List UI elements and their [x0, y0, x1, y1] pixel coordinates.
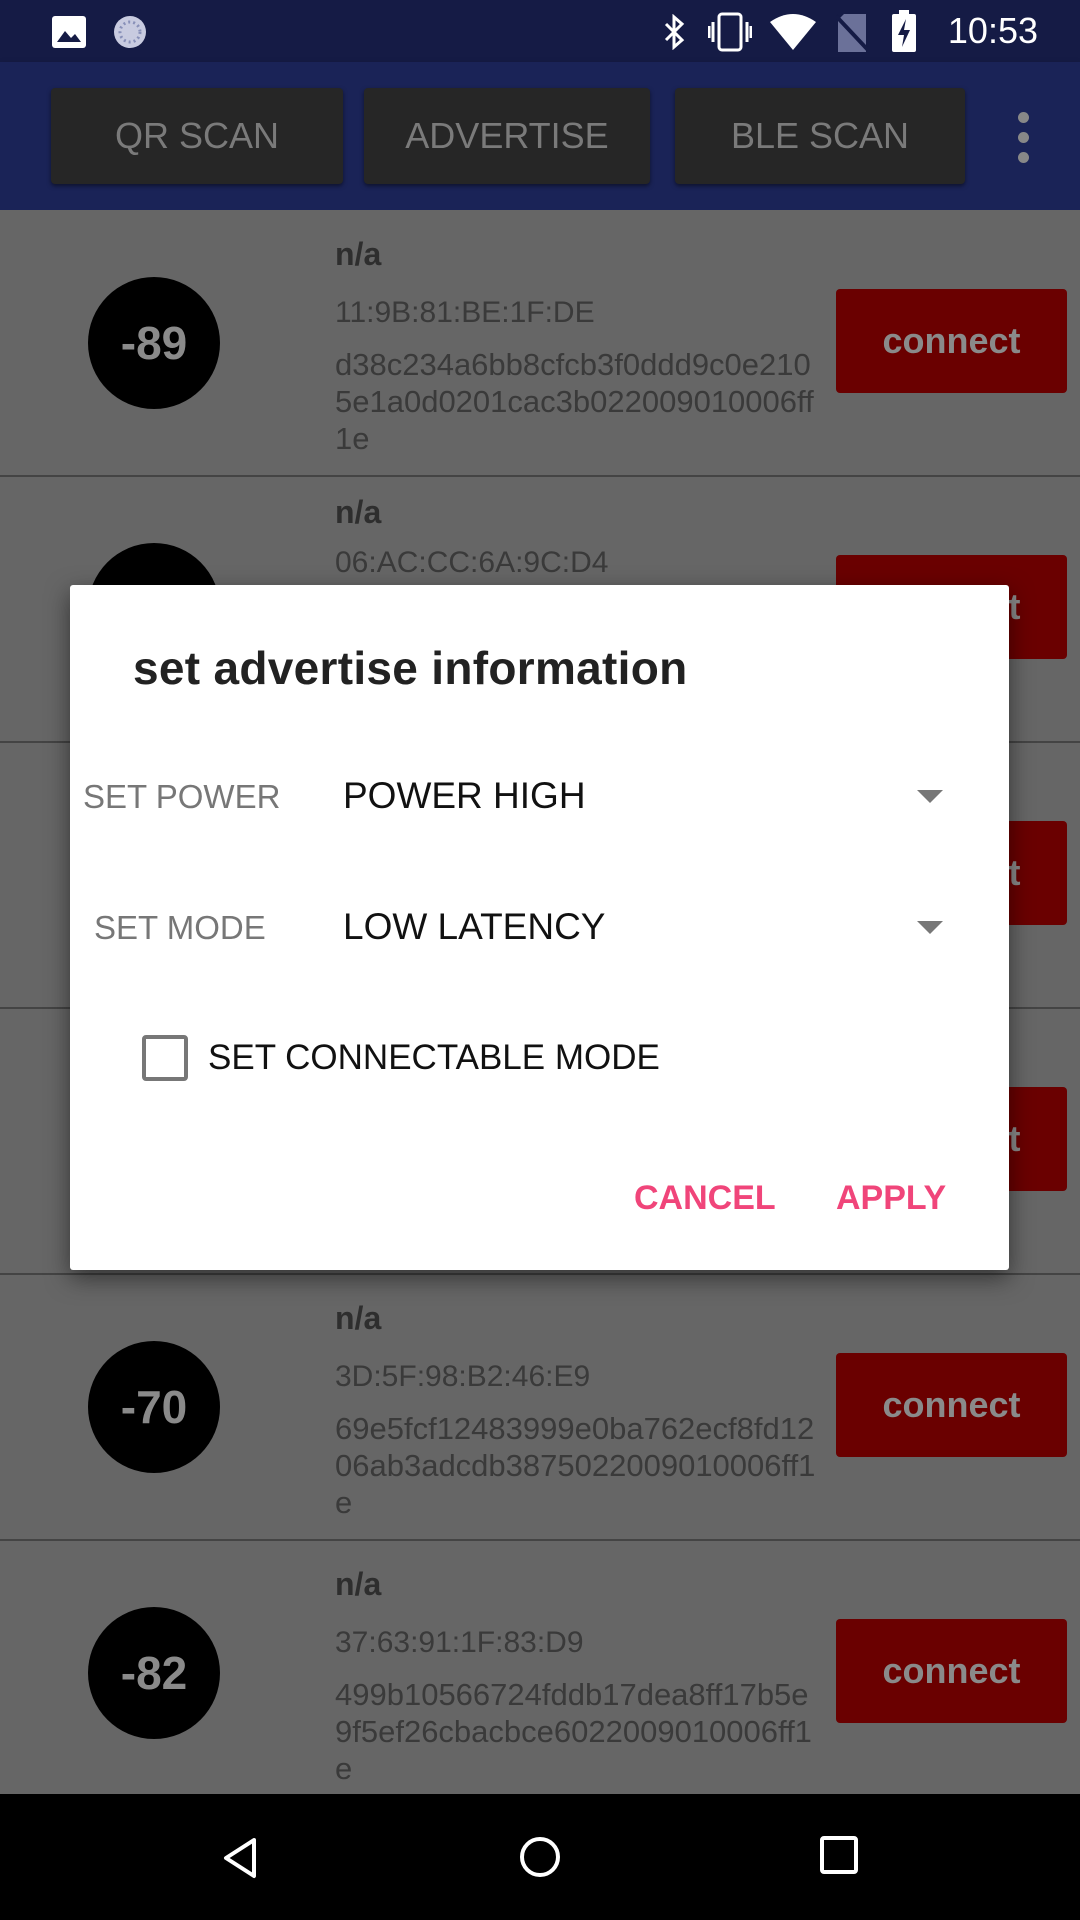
rssi-badge: -82 [88, 1607, 220, 1739]
connectable-checkbox[interactable] [142, 1035, 188, 1081]
clock: 10:53 [947, 10, 1038, 51]
home-icon[interactable] [518, 1835, 562, 1879]
mode-spinner[interactable]: LOW LATENCY [343, 882, 983, 972]
bluetooth-icon [664, 14, 685, 50]
apply-button[interactable]: APPLY [836, 1179, 946, 1218]
vibrate-icon [708, 12, 752, 52]
device-data: 499b10566724fddb17dea8ff17b5e9f5ef26cbac… [335, 1677, 812, 1786]
device-data: d38c234a6bb8cfcb3f0ddd9c0e2105e1a0d0201c… [335, 347, 814, 456]
back-icon[interactable] [220, 1836, 264, 1880]
device-name: n/a [335, 236, 382, 272]
sync-icon [114, 16, 146, 48]
cancel-button[interactable]: CANCEL [634, 1179, 776, 1218]
connect-button[interactable]: connect [836, 1619, 1067, 1723]
device-mac: 3D:5F:98:B2:46:E9 [335, 1360, 591, 1393]
device-name: n/a [335, 494, 382, 530]
dialog-title: set advertise information [133, 642, 688, 694]
device-name: n/a [335, 1300, 382, 1336]
mode-label: SET MODE [94, 909, 266, 946]
dropdown-arrow-icon [917, 790, 943, 803]
recents-icon[interactable] [819, 1835, 859, 1875]
device-name: n/a [335, 1566, 382, 1602]
navigation-bar [0, 1794, 1080, 1920]
dropdown-arrow-icon [917, 921, 943, 934]
device-row[interactable]: -89 n/a 11:9B:81:BE:1F:DE d38c234a6bb8cf… [0, 210, 1080, 477]
power-value: POWER HIGH [343, 775, 586, 816]
battery-charging-icon [892, 10, 916, 52]
no-sim-icon [836, 14, 868, 52]
ble-scan-button[interactable]: BLE SCAN [675, 88, 965, 184]
app-bar: QR SCAN ADVERTISE BLE SCAN [0, 62, 1080, 210]
connect-button[interactable]: connect [836, 289, 1067, 393]
power-spinner[interactable]: POWER HIGH [343, 751, 983, 841]
power-label: SET POWER [83, 778, 281, 815]
advertise-button[interactable]: ADVERTISE [364, 88, 650, 184]
device-mac: 11:9B:81:BE:1F:DE [335, 296, 595, 329]
device-row[interactable]: -82 n/a 37:63:91:1F:83:D9 499b10566724fd… [0, 1540, 1080, 1807]
device-row[interactable]: -70 n/a 3D:5F:98:B2:46:E9 69e5fcf1248399… [0, 1274, 1080, 1541]
wifi-icon [770, 14, 816, 50]
rssi-badge: -89 [88, 277, 220, 409]
device-data: 69e5fcf12483999e0ba762ecf8fd1206ab3adcdb… [335, 1411, 816, 1520]
image-icon [52, 16, 86, 48]
device-mac: 37:63:91:1F:83:D9 [335, 1626, 584, 1659]
device-mac: 06:AC:CC:6A:9C:D4 [335, 546, 609, 579]
rssi-badge: -70 [88, 1341, 220, 1473]
status-bar: 10:53 [0, 0, 1080, 62]
connect-button[interactable]: connect [836, 1353, 1067, 1457]
more-vert-icon[interactable] [1008, 92, 1038, 182]
mode-value: LOW LATENCY [343, 906, 606, 947]
advertise-dialog: set advertise information SET POWER POWE… [70, 585, 1009, 1270]
qr-scan-button[interactable]: QR SCAN [51, 88, 343, 184]
connectable-label[interactable]: SET CONNECTABLE MODE [208, 1038, 660, 1078]
